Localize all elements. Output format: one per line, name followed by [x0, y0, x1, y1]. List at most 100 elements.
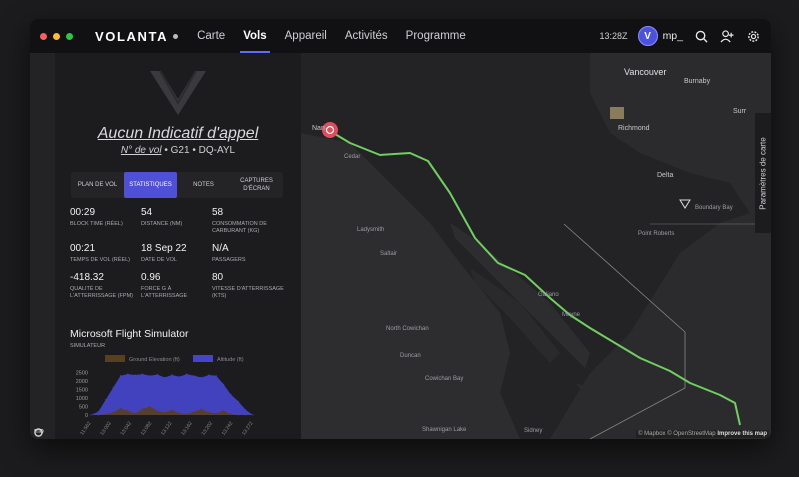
data-point	[230, 413, 232, 415]
data-point	[208, 374, 210, 376]
map-settings-label: Paramètres de carte	[758, 136, 768, 210]
data-point	[222, 383, 225, 385]
mapbox-logo[interactable]: mo	[34, 428, 44, 437]
add-user-icon[interactable]	[719, 28, 735, 44]
stat-landing-speed: 80 VITESSE D'ATTERRISSAGE (KTS)	[212, 272, 284, 299]
mapbox-icon	[34, 428, 43, 437]
data-point	[97, 411, 99, 413]
map-settings-tab[interactable]: Paramètres de carte	[755, 113, 771, 233]
data-point	[200, 408, 203, 410]
tab-captures[interactable]: CAPTURES D'ÉCRAN	[230, 172, 283, 198]
x-tick-label: 13:242	[221, 421, 235, 437]
data-point	[90, 414, 92, 416]
map-label: Richmond	[618, 125, 650, 132]
nav-carte[interactable]: Carte	[188, 19, 234, 53]
flight-number[interactable]: N° de vol	[121, 145, 162, 156]
nav-programme[interactable]: Programme	[397, 19, 475, 53]
data-point	[215, 412, 217, 414]
nav-appareil[interactable]: Appareil	[276, 19, 336, 53]
gear-icon[interactable]	[745, 28, 761, 44]
user-name[interactable]: mp_	[663, 30, 683, 42]
stat-fuel: 58 CONSOMMATION DE CARBURANT (KG)	[212, 207, 267, 234]
data-point	[237, 400, 239, 402]
altitude-area	[91, 374, 253, 415]
nav-vols[interactable]: Vols	[234, 19, 275, 53]
registration: DQ-AYL	[198, 145, 236, 156]
map-label: Ladysmith	[357, 227, 385, 233]
data-point	[171, 409, 173, 411]
data-point	[164, 411, 166, 413]
search-icon[interactable]	[693, 28, 709, 44]
map-label: North Cowichan	[386, 326, 429, 332]
data-point	[119, 375, 122, 377]
x-tick-label: 13:162	[180, 421, 194, 437]
attribution-text: © Mapbox © OpenStreetMap	[638, 431, 716, 437]
data-point	[127, 410, 129, 412]
tab-plan-de-vol[interactable]: PLAN DE VOL	[71, 172, 124, 198]
map-label: Cedar	[344, 154, 361, 160]
stat-block-time: 00:29 BLOCK TIME (RÉEL)	[70, 207, 123, 227]
y-tick-label: 2000	[76, 379, 88, 385]
data-point	[149, 405, 151, 408]
data-point	[186, 373, 188, 375]
data-point	[97, 414, 99, 416]
data-point	[186, 413, 188, 415]
map-label: Sidney	[524, 428, 543, 434]
data-point	[208, 411, 210, 413]
data-point	[156, 373, 158, 376]
legend-swatch	[105, 355, 125, 362]
map-label: Duncan	[400, 353, 421, 359]
y-tick-label: 1000	[76, 396, 88, 402]
elevation-chart[interactable]: Ground Elevation (ft) Altitude (ft) 0 500 10…	[55, 353, 301, 439]
legend-label: Altitude (ft)	[217, 357, 244, 363]
data-point	[112, 411, 114, 413]
data-point	[178, 412, 180, 414]
avatar[interactable]: V	[637, 26, 658, 46]
aircraft-type: G21	[170, 145, 190, 156]
data-point	[119, 407, 122, 409]
x-tick-label: 13:272	[241, 421, 255, 437]
y-tick-label: 1500	[76, 387, 88, 393]
x-tick-label: 11:562	[79, 421, 93, 437]
app-window: Vancouver Burnaby Richmond Surr Delta Bo…	[30, 19, 771, 439]
data-point	[252, 414, 254, 416]
tab-statistiques[interactable]: STATISTIQUES	[124, 172, 177, 198]
main-nav: Carte Vols Appareil Activités Programme	[188, 19, 475, 53]
data-point	[149, 375, 151, 377]
data-point	[230, 394, 232, 396]
x-tick-label: 13:122	[160, 421, 174, 437]
stat-passengers: N/A PASSAGERS	[212, 243, 246, 263]
stat-g-force: 0.96 FORCE G À L'ATTERRISSAGE	[141, 272, 188, 299]
brand-logo[interactable]: VOLANTA	[95, 29, 179, 44]
brand-dot-icon	[173, 33, 179, 39]
data-point	[193, 375, 195, 377]
data-point	[112, 387, 114, 389]
y-tick-label: 500	[79, 404, 88, 410]
minimize-window-button[interactable]	[53, 32, 60, 40]
map-label: Burnaby	[684, 78, 711, 85]
flight-tabs: PLAN DE VOL STATISTIQUES NOTES CAPTURES …	[71, 172, 283, 198]
data-point	[171, 374, 173, 376]
map-label: Shawnigan Lake	[422, 427, 467, 433]
data-point	[105, 399, 107, 401]
simulator-label: SIMULATEUR	[70, 343, 106, 349]
stat-distance: 54 DISTANCE (NM)	[141, 207, 183, 227]
map-label: Mayne	[562, 312, 581, 318]
nav-activites[interactable]: Activités	[336, 19, 397, 53]
data-point	[134, 374, 136, 376]
y-tick-label: 0	[85, 413, 88, 419]
data-point	[141, 408, 144, 410]
maximize-window-button[interactable]	[66, 32, 73, 40]
tab-notes[interactable]: NOTES	[177, 172, 230, 198]
improve-map-link[interactable]: Improve this map	[717, 431, 767, 437]
data-point	[245, 409, 247, 411]
x-tick-label: 13:042	[119, 421, 133, 437]
stat-date: 18 Sep 22 DATE DE VOL	[141, 243, 187, 263]
close-window-button[interactable]	[40, 32, 47, 40]
header-tools: 13:28Z V mp_	[600, 26, 761, 46]
window-controls	[40, 32, 73, 40]
data-point	[141, 373, 144, 375]
data-point	[200, 376, 203, 379]
map-attribution[interactable]: © Mapbox © OpenStreetMap Improve this ma…	[636, 430, 769, 438]
x-tick-label: 13:082	[140, 421, 154, 437]
